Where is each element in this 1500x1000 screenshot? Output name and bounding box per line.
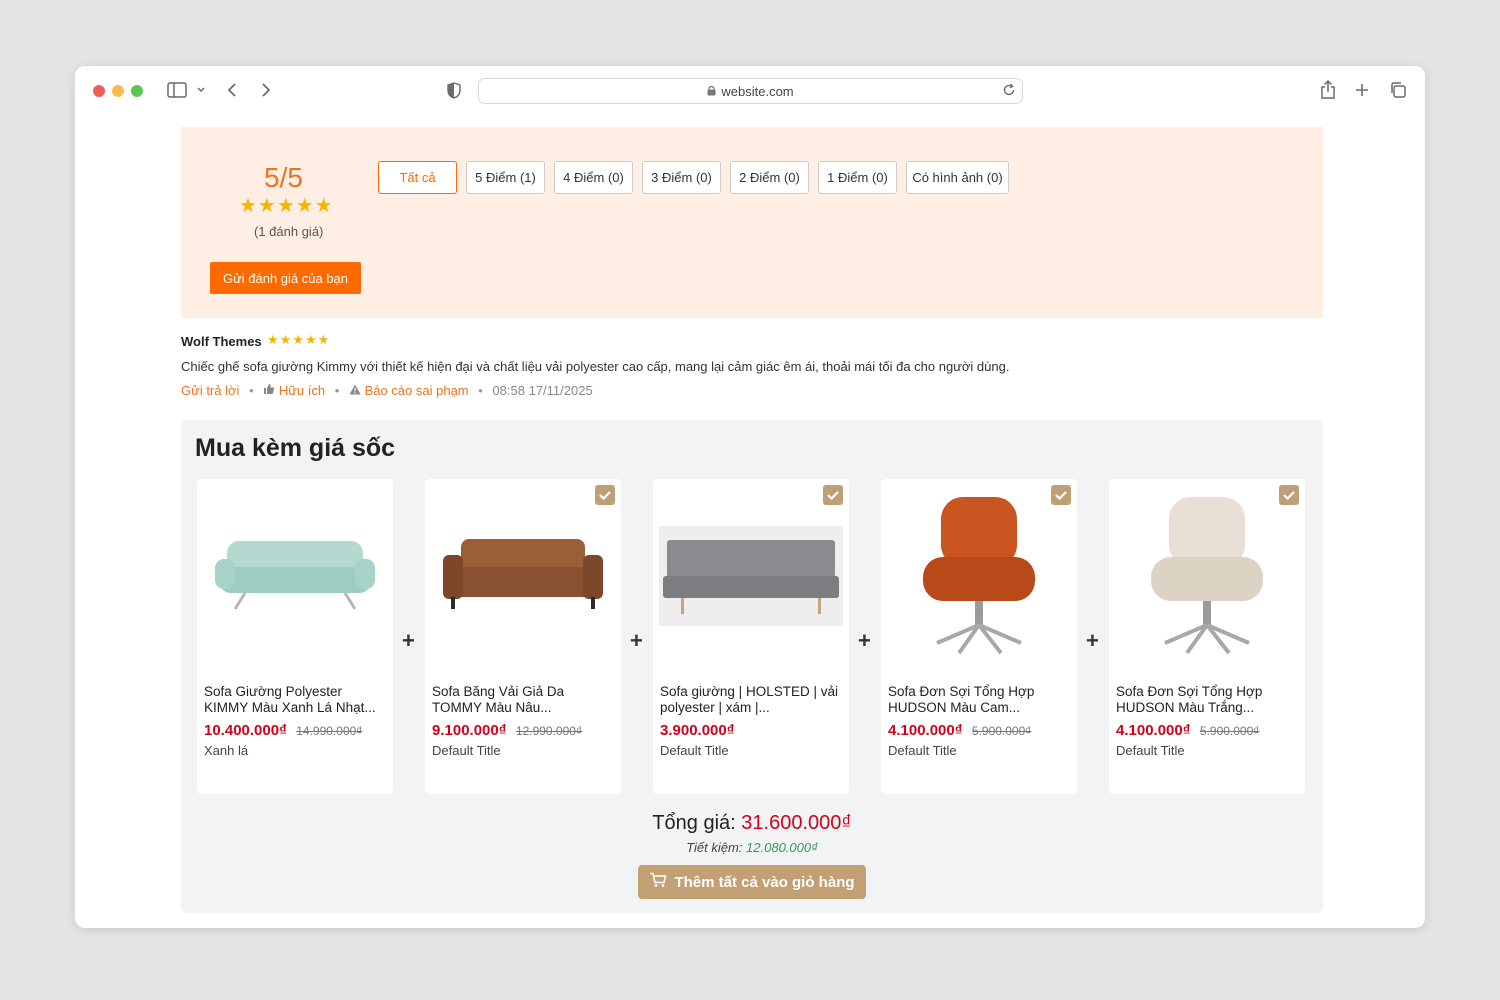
product-price: 4.100.000₫: [888, 722, 963, 739]
warning-icon: [349, 383, 365, 398]
saving-label: Tiết kiệm:: [686, 840, 743, 855]
plus-icon: +: [402, 628, 415, 653]
rating-count: (1 đánh giá): [254, 224, 324, 239]
bundle-total: Tổng giá: 31.600.000₫: [181, 812, 1323, 835]
lock-icon: [707, 85, 716, 99]
url-display: website.com: [479, 84, 1022, 99]
send-review-button[interactable]: Gửi đánh giá của bạn: [210, 262, 361, 294]
saving-value: 12.080.000₫: [746, 840, 818, 855]
filter-3-stars[interactable]: 3 Điểm (0): [642, 161, 721, 194]
page-content: 5/5 ★★★★★ (1 đánh giá) Gửi đánh giá của …: [75, 114, 1425, 928]
product-variant: Default Title: [888, 743, 957, 758]
bundle-deal-section: Mua kèm giá sốc Sofa Giường Polyester KI…: [181, 420, 1323, 913]
new-tab-icon[interactable]: [1354, 82, 1370, 103]
product-image[interactable]: [431, 493, 615, 658]
bundle-title: Mua kèm giá sốc: [195, 434, 396, 462]
browser-window: website.com 5/5 ★★★★★ (1 đánh giá) Gửi đ…: [75, 66, 1425, 928]
helpful-link[interactable]: Hữu ích: [279, 383, 325, 398]
tab-overview-icon[interactable]: [1389, 81, 1407, 104]
report-link[interactable]: Báo cáo sai phạm: [365, 383, 469, 398]
plus-icon: +: [1086, 628, 1099, 653]
product-price: 10.400.000₫: [204, 722, 287, 739]
close-window-button[interactable]: [93, 85, 105, 97]
separator-dot: •: [249, 383, 254, 398]
browser-toolbar: website.com: [75, 66, 1425, 114]
product-old-price: 5.900.000₫: [1199, 724, 1260, 738]
shield-icon[interactable]: [447, 82, 461, 104]
product-price: 9.100.000₫: [432, 722, 507, 739]
separator-dot: •: [334, 383, 340, 398]
product-card[interactable]: Sofa Băng Vải Giả Da TOMMY Màu Nâu... 9.…: [425, 479, 621, 794]
review-stars: ★★★★★: [267, 332, 331, 347]
review-actions: Gửi trả lời • Hữu ích • Báo cáo sai phạm…: [181, 383, 593, 398]
product-card[interactable]: Sofa Đơn Sợi Tổng Hợp HUDSON Màu Cam... …: [881, 479, 1077, 794]
add-all-to-cart-button[interactable]: Thêm tất cả vào giỏ hàng: [638, 865, 866, 899]
filter-5-stars[interactable]: 5 Điểm (1): [466, 161, 545, 194]
review-text: Chiếc ghế sofa giường Kimmy với thiết kế…: [181, 359, 1010, 374]
product-price: 4.100.000₫: [1116, 722, 1191, 739]
review-time: 08:58 17/11/2025: [492, 383, 593, 398]
plus-icon: +: [858, 628, 871, 653]
address-bar[interactable]: website.com: [478, 78, 1023, 104]
product-card[interactable]: Sofa Giường Polyester KIMMY Màu Xanh Lá …: [197, 479, 393, 794]
total-label: Tổng giá:: [652, 812, 736, 834]
total-value: 31.600.000₫: [741, 812, 852, 834]
sidebar-toggle-icon[interactable]: [167, 82, 187, 103]
back-icon[interactable]: [226, 82, 238, 103]
reply-link[interactable]: Gửi trả lời: [181, 383, 239, 398]
rating-stars: ★★★★★: [239, 195, 334, 217]
product-name[interactable]: Sofa giường | HOLSTED | vải polyester | …: [660, 684, 840, 716]
add-all-label: Thêm tất cả vào giỏ hàng: [674, 873, 855, 891]
product-card[interactable]: Sofa giường | HOLSTED | vải polyester | …: [653, 479, 849, 794]
reload-icon[interactable]: [1002, 83, 1016, 102]
product-image[interactable]: [1115, 493, 1299, 658]
plus-icon: +: [630, 628, 643, 653]
product-name[interactable]: Sofa Giường Polyester KIMMY Màu Xanh Lá …: [204, 684, 384, 716]
price-row: 4.100.000₫ 5.900.000₫: [1116, 722, 1259, 740]
bundle-saving: Tiết kiệm: 12.080.000₫: [181, 840, 1323, 855]
product-old-price: 5.900.000₫: [971, 724, 1032, 738]
forward-icon[interactable]: [260, 82, 272, 103]
product-variant: Default Title: [432, 743, 501, 758]
minimize-window-button[interactable]: [112, 85, 124, 97]
rating-summary-panel: 5/5 ★★★★★ (1 đánh giá) Gửi đánh giá của …: [181, 127, 1323, 318]
filter-with-images[interactable]: Có hình ảnh (0): [906, 161, 1009, 194]
separator-dot: •: [478, 383, 483, 398]
filter-4-stars[interactable]: 4 Điểm (0): [554, 161, 633, 194]
product-image[interactable]: [203, 493, 387, 658]
reviewer-name: Wolf Themes: [181, 334, 262, 349]
product-image[interactable]: [887, 493, 1071, 658]
product-old-price: 14.990.000₫: [296, 724, 363, 738]
product-variant: Default Title: [1116, 743, 1185, 758]
cart-icon: [649, 872, 667, 892]
maximize-window-button[interactable]: [131, 85, 143, 97]
chevron-down-icon[interactable]: [196, 83, 206, 102]
product-name[interactable]: Sofa Đơn Sợi Tổng Hợp HUDSON Màu Cam...: [888, 684, 1068, 716]
price-row: 3.900.000₫: [660, 722, 734, 740]
price-row: 4.100.000₫ 5.900.000₫: [888, 722, 1031, 740]
share-icon[interactable]: [1320, 79, 1336, 105]
price-row: 9.100.000₫ 12.990.000₫: [432, 722, 582, 740]
price-row: 10.400.000₫ 14.990.000₫: [204, 722, 362, 740]
product-name[interactable]: Sofa Băng Vải Giả Da TOMMY Màu Nâu...: [432, 684, 612, 716]
filter-1-star[interactable]: 1 Điểm (0): [818, 161, 897, 194]
url-text: website.com: [721, 84, 794, 99]
product-name[interactable]: Sofa Đơn Sợi Tổng Hợp HUDSON Màu Trắng..…: [1116, 684, 1296, 716]
product-image[interactable]: [659, 493, 843, 658]
product-variant: Xanh lá: [204, 743, 249, 758]
thumbs-up-icon[interactable]: [263, 383, 279, 398]
rating-score: 5/5: [264, 162, 303, 193]
filter-2-stars[interactable]: 2 Điểm (0): [730, 161, 809, 194]
filter-all[interactable]: Tất cả: [378, 161, 457, 194]
product-variant: Default Title: [660, 743, 729, 758]
product-old-price: 12.990.000₫: [515, 724, 583, 738]
product-card[interactable]: Sofa Đơn Sợi Tổng Hợp HUDSON Màu Trắng..…: [1109, 479, 1305, 794]
product-price: 3.900.000₫: [660, 722, 735, 739]
